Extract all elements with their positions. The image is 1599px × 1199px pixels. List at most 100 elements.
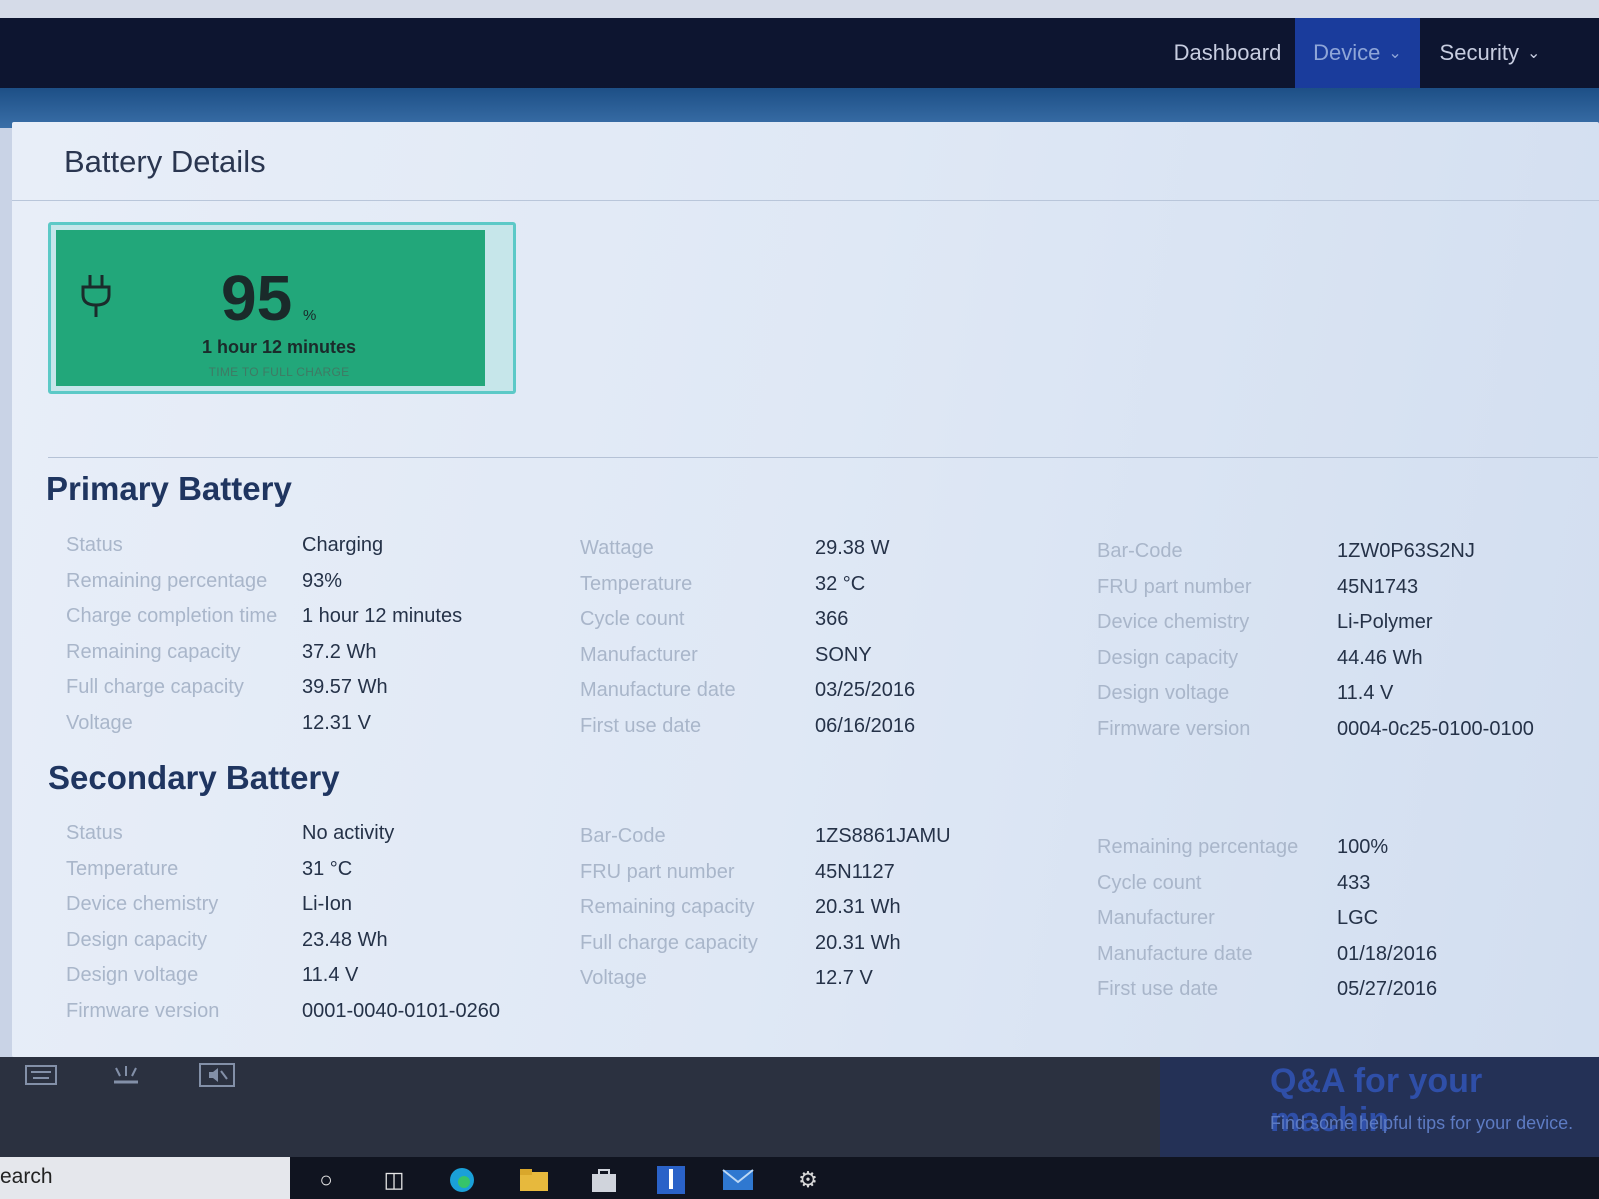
detail-value: 0001-0040-0101-0260 xyxy=(302,999,500,1022)
detail-value: 03/25/2016 xyxy=(815,679,916,701)
divider xyxy=(12,200,1599,201)
detail-value: 433 xyxy=(1337,871,1371,894)
detail-value: 20.31 Wh xyxy=(815,931,901,954)
store-icon[interactable] xyxy=(588,1164,620,1196)
nav-device-label: Device xyxy=(1313,40,1381,65)
divider xyxy=(48,457,1598,458)
mail-icon[interactable] xyxy=(722,1164,754,1196)
detail-value: 37.2 Wh xyxy=(302,640,377,663)
detail-key: Manufacture date xyxy=(1097,942,1253,965)
detail-value: 31 °C xyxy=(302,857,353,880)
detail-key: Remaining percentage xyxy=(66,569,268,592)
detail-key: Voltage xyxy=(580,967,647,989)
detail-value: 12.31 V xyxy=(302,711,371,734)
detail-key: Cycle count xyxy=(1097,871,1202,894)
detail-value: 1ZW0P63S2NJ xyxy=(1337,540,1475,562)
nav-security[interactable]: Security ⌄ xyxy=(1425,18,1555,88)
detail-value: 1ZS8861JAMU xyxy=(815,825,951,847)
detail-value: 29.38 W xyxy=(815,537,890,559)
detail-key: Status xyxy=(66,822,123,844)
detail-value: 20.31 Wh xyxy=(815,896,901,918)
detail-key: FRU part number xyxy=(580,860,735,883)
detail-value: 06/16/2016 xyxy=(815,714,916,737)
detail-value: SONY xyxy=(815,643,872,666)
detail-value: 05/27/2016 xyxy=(1337,978,1438,1000)
detail-key: Remaining percentage xyxy=(1097,836,1299,858)
settings-icon[interactable]: ⚙ xyxy=(792,1164,824,1196)
detail-key: Bar-Code xyxy=(580,825,666,847)
primary-battery-title: Primary Battery xyxy=(46,470,292,507)
detail-key: Firmware version xyxy=(1097,717,1251,740)
chevron-down-icon: ⌄ xyxy=(1527,45,1541,62)
detail-key: Charge completion time xyxy=(66,605,278,627)
detail-value: 01/18/2016 xyxy=(1337,942,1438,965)
detail-key: Wattage xyxy=(580,537,654,559)
detail-value: 39.57 Wh xyxy=(302,676,388,698)
detail-key: Temperature xyxy=(66,857,179,880)
detail-key: Bar-Code xyxy=(1097,540,1183,562)
mute-icon[interactable] xyxy=(196,1060,238,1090)
detail-value: 44.46 Wh xyxy=(1337,646,1423,669)
detail-value: 11.4 V xyxy=(1337,682,1394,704)
cortana-icon[interactable]: ○ xyxy=(310,1164,342,1196)
detail-key: First use date xyxy=(1097,978,1219,1000)
battery-gauge: 95 % 1 hour 12 minutes TIME TO FULL CHAR… xyxy=(48,222,516,394)
nav-device[interactable]: Device ⌄ xyxy=(1295,18,1420,88)
detail-value: 366 xyxy=(815,608,849,630)
detail-key: Design voltage xyxy=(66,964,199,986)
detail-key: Cycle count xyxy=(580,608,685,630)
detail-key: Temperature xyxy=(580,572,693,595)
detail-key: Status xyxy=(66,534,123,556)
detail-value: 0004-0c25-0100-0100 xyxy=(1337,717,1534,740)
taskbar-search-box[interactable]: earch xyxy=(0,1157,290,1199)
plug-icon xyxy=(81,275,111,317)
detail-key: Device chemistry xyxy=(66,893,219,915)
detail-value: 45N1127 xyxy=(815,860,895,883)
edge-browser-icon[interactable] xyxy=(446,1164,478,1196)
detail-value: 1 hour 12 minutes xyxy=(302,605,463,627)
detail-key: Manufacture date xyxy=(580,679,736,701)
nav-dashboard-label: Dashboard xyxy=(1173,40,1282,65)
detail-key: Remaining capacity xyxy=(580,896,755,918)
detail-value: Charging xyxy=(302,534,384,556)
detail-key: Firmware version xyxy=(66,999,220,1022)
detail-key: Remaining capacity xyxy=(66,640,241,663)
detail-key: Manufacturer xyxy=(1097,907,1215,929)
nav-security-label: Security xyxy=(1439,40,1520,65)
keyboard-icon[interactable] xyxy=(20,1060,62,1090)
vantage-app-icon[interactable] xyxy=(655,1164,687,1196)
detail-value: No activity xyxy=(302,822,395,844)
time-to-full-charge: 1 hour 12 minutes xyxy=(201,337,357,357)
detail-key: Manufacturer xyxy=(580,643,698,666)
battery-details-panel: Battery Details 95 % 1 hour 12 minutes T… xyxy=(12,122,1599,1057)
percent-sign: % xyxy=(303,307,317,324)
secondary-battery-title: Secondary Battery xyxy=(48,759,340,796)
time-to-full-charge-label: TIME TO FULL CHARGE xyxy=(208,365,350,379)
page-title: Battery Details xyxy=(64,144,266,179)
detail-value: Li-Ion xyxy=(302,893,353,915)
detail-key: Design capacity xyxy=(66,928,208,951)
detail-key: Device chemistry xyxy=(1097,611,1250,633)
keyboard-backlight-icon[interactable] xyxy=(105,1060,147,1090)
detail-value: 11.4 V xyxy=(302,964,359,986)
detail-key: FRU part number xyxy=(1097,575,1252,598)
detail-value: 45N1743 xyxy=(1337,575,1419,598)
detail-key: Full charge capacity xyxy=(580,931,758,954)
nav-dashboard[interactable]: Dashboard xyxy=(1160,18,1295,88)
detail-value: 32 °C xyxy=(815,572,866,595)
detail-value: 23.48 Wh xyxy=(302,928,388,951)
qa-subtitle: Find some helpful tips for your device. xyxy=(1270,1113,1574,1133)
detail-value: LGC xyxy=(1337,907,1379,929)
taskbar-search-text: earch xyxy=(0,1165,53,1188)
task-view-icon[interactable]: ◫ xyxy=(378,1164,410,1196)
detail-key: Voltage xyxy=(66,711,133,734)
detail-key: Design voltage xyxy=(1097,682,1230,704)
detail-key: First use date xyxy=(580,714,702,737)
file-explorer-icon[interactable] xyxy=(518,1164,550,1196)
detail-value: Li-Polymer xyxy=(1337,611,1433,633)
detail-value: 12.7 V xyxy=(815,967,873,989)
detail-value: 100% xyxy=(1337,836,1389,858)
screen-top-edge xyxy=(0,0,1599,18)
detail-value: 93% xyxy=(302,569,343,592)
chevron-down-icon: ⌄ xyxy=(1388,45,1402,62)
